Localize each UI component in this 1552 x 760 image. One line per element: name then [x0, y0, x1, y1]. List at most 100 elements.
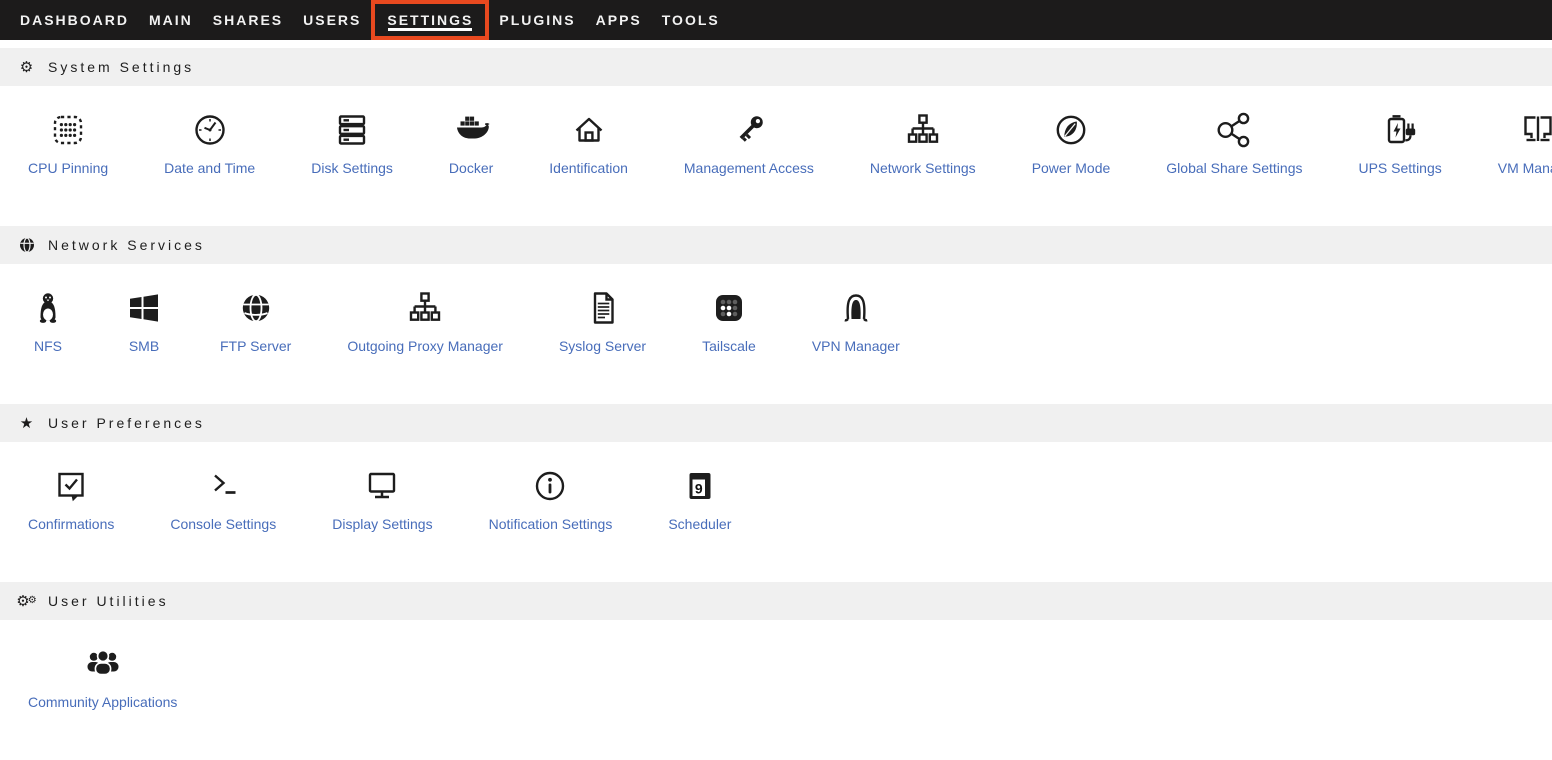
windows-logo-icon — [124, 288, 164, 328]
tile-scheduler[interactable]: 9 Scheduler — [640, 466, 759, 532]
nav-settings-active[interactable]: SETTINGS — [371, 0, 489, 40]
tile-label: Display Settings — [332, 516, 432, 532]
key-icon — [729, 110, 769, 150]
monitor-icon — [362, 466, 402, 506]
tile-label: Community Applications — [28, 694, 177, 710]
tile-confirmations[interactable]: Confirmations — [0, 466, 142, 532]
tile-label: Outgoing Proxy Manager — [347, 338, 503, 354]
navbar-spacer — [0, 40, 1552, 48]
nav-shares[interactable]: SHARES — [203, 0, 293, 40]
tile-display-settings[interactable]: Display Settings — [304, 466, 460, 532]
tile-disk-settings[interactable]: Disk Settings — [283, 110, 421, 176]
tile-tailscale[interactable]: Tailscale — [674, 288, 784, 354]
leaf-circle-icon — [1051, 110, 1091, 150]
tile-label: Disk Settings — [311, 160, 393, 176]
tile-label: VPN Manager — [812, 338, 900, 354]
section-title: Network Services — [48, 237, 205, 253]
tile-label: Network Settings — [870, 160, 976, 176]
dual-monitor-icon — [1518, 110, 1552, 150]
system-settings-header: ⚙ System Settings — [0, 48, 1552, 86]
microchip-icon — [48, 110, 88, 150]
server-stack-icon — [332, 110, 372, 150]
user-preferences-items: Confirmations Console Settings Display S… — [0, 442, 1552, 582]
tile-identification[interactable]: Identification — [521, 110, 656, 176]
section-title: User Utilities — [48, 593, 169, 609]
tile-ftp-server[interactable]: FTP Server — [192, 288, 319, 354]
nav-users[interactable]: USERS — [293, 0, 371, 40]
tile-console-settings[interactable]: Console Settings — [142, 466, 304, 532]
nav-main[interactable]: MAIN — [139, 0, 203, 40]
tile-notification-settings[interactable]: Notification Settings — [461, 466, 641, 532]
section-user-utilities: ⚙⚙ User Utilities Community Applications — [0, 582, 1552, 760]
section-system-settings: ⚙ System Settings CPU Pinning — [0, 48, 1552, 226]
nav-dashboard[interactable]: DASHBOARD — [10, 0, 139, 40]
star-icon: ★ — [18, 416, 35, 431]
tile-smb[interactable]: SMB — [96, 288, 192, 354]
tile-label: Console Settings — [170, 516, 276, 532]
tile-label: Identification — [549, 160, 628, 176]
tile-label: VM Manager — [1498, 160, 1552, 176]
nav-plugins[interactable]: PLUGINS — [489, 0, 585, 40]
tile-label: SMB — [129, 338, 159, 354]
user-utilities-header: ⚙⚙ User Utilities — [0, 582, 1552, 620]
tile-network-settings[interactable]: Network Settings — [842, 110, 1004, 176]
nav-apps[interactable]: APPS — [586, 0, 652, 40]
top-navbar: DASHBOARD MAIN SHARES USERS SETTINGS PLU… — [0, 0, 1552, 40]
linux-tux-icon — [28, 288, 68, 328]
tile-date-and-time[interactable]: Date and Time — [136, 110, 283, 176]
clock-icon — [190, 110, 230, 150]
info-circle-icon — [530, 466, 570, 506]
tile-vpn-manager[interactable]: VPN Manager — [784, 288, 928, 354]
tile-label: Notification Settings — [489, 516, 613, 532]
system-settings-items: CPU Pinning Date and Time — [0, 86, 1552, 226]
tile-vm-manager[interactable]: VM Manager — [1470, 110, 1552, 176]
tile-label: Tailscale — [702, 338, 756, 354]
nav-tools[interactable]: TOOLS — [652, 0, 730, 40]
tile-label: CPU Pinning — [28, 160, 108, 176]
gear-icon: ⚙ — [18, 60, 35, 75]
gears-icon: ⚙⚙ — [18, 594, 35, 609]
section-title: System Settings — [48, 59, 194, 75]
tile-nfs[interactable]: NFS — [0, 288, 96, 354]
tile-label: Docker — [449, 160, 493, 176]
tile-docker[interactable]: Docker — [421, 110, 521, 176]
users-group-icon — [83, 644, 123, 684]
user-utilities-items: Community Applications — [0, 620, 1552, 760]
tile-label: Management Access — [684, 160, 814, 176]
tile-label: Confirmations — [28, 516, 114, 532]
calendar-9-icon: 9 — [680, 466, 720, 506]
tile-label: Power Mode — [1032, 160, 1111, 176]
tile-label: UPS Settings — [1358, 160, 1441, 176]
tile-label: Date and Time — [164, 160, 255, 176]
tile-syslog-server[interactable]: Syslog Server — [531, 288, 674, 354]
globe-filled-icon — [236, 288, 276, 328]
tailscale-logo-icon — [709, 288, 749, 328]
share-nodes-icon — [1214, 110, 1254, 150]
tile-community-applications[interactable]: Community Applications — [0, 644, 205, 710]
network-services-header: Network Services — [0, 226, 1552, 264]
tile-label: Global Share Settings — [1166, 160, 1302, 176]
tile-label: FTP Server — [220, 338, 291, 354]
home-icon — [569, 110, 609, 150]
incognito-hood-icon — [836, 288, 876, 328]
sitemap-icon — [903, 110, 943, 150]
tile-label: Syslog Server — [559, 338, 646, 354]
section-network-services: Network Services NFS — [0, 226, 1552, 404]
sitemap-icon — [405, 288, 445, 328]
docker-whale-icon — [451, 110, 491, 150]
tile-outgoing-proxy-manager[interactable]: Outgoing Proxy Manager — [319, 288, 531, 354]
tile-global-share-settings[interactable]: Global Share Settings — [1138, 110, 1330, 176]
terminal-icon — [203, 466, 243, 506]
tile-ups-settings[interactable]: UPS Settings — [1330, 110, 1469, 176]
check-bubble-icon — [51, 466, 91, 506]
log-document-icon — [583, 288, 623, 328]
user-preferences-header: ★ User Preferences — [0, 404, 1552, 442]
svg-text:9: 9 — [695, 481, 703, 497]
network-services-items: NFS SMB — [0, 264, 1552, 404]
tile-power-mode[interactable]: Power Mode — [1004, 110, 1139, 176]
tile-label: NFS — [34, 338, 62, 354]
section-user-preferences: ★ User Preferences Confirmations Console… — [0, 404, 1552, 582]
tile-management-access[interactable]: Management Access — [656, 110, 842, 176]
tile-cpu-pinning[interactable]: CPU Pinning — [0, 110, 136, 176]
battery-plug-icon — [1380, 110, 1420, 150]
